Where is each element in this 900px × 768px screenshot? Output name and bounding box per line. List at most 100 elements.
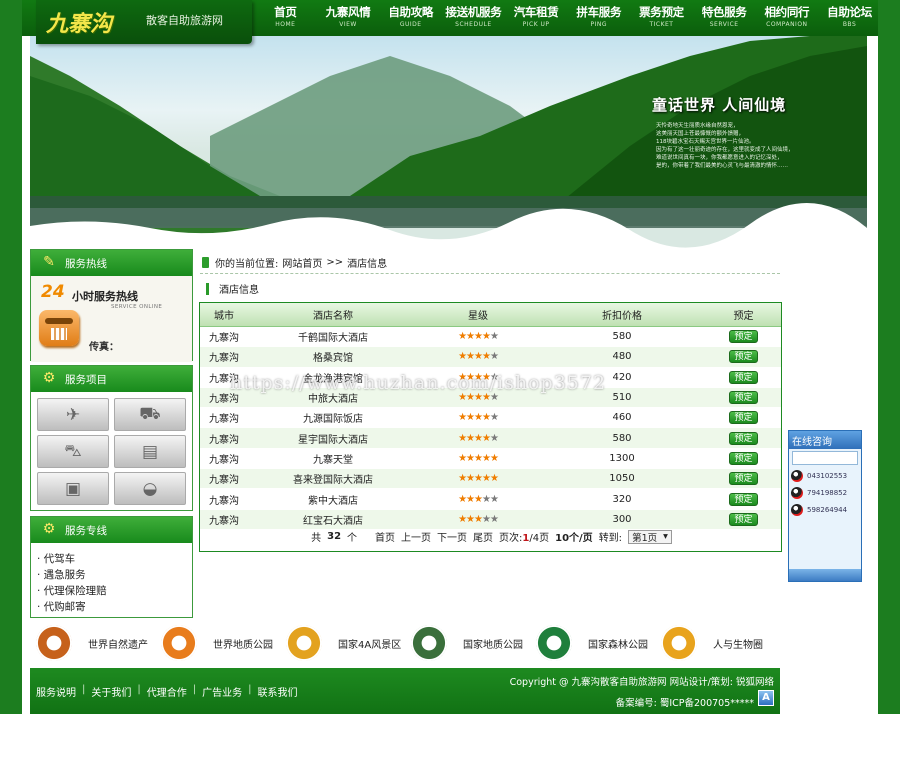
cert-logo-1[interactable]: 世界地质公园: [161, 625, 286, 661]
footer-link[interactable]: 联系我们: [258, 684, 298, 699]
car-service-icon[interactable]: ⛍: [37, 435, 109, 468]
star-empty-icon: ★: [489, 493, 499, 505]
star-filled-icon: ★: [474, 432, 483, 444]
luggage-service-icon[interactable]: ▣: [37, 472, 109, 505]
nav-item-8[interactable]: 相约同行 COMPANION: [756, 0, 819, 36]
qq-contact[interactable]: 598264944: [789, 501, 861, 518]
cell-hotel-name: 格桑宾馆: [313, 353, 353, 365]
service-line-item[interactable]: · 代驾车: [37, 551, 192, 567]
cell-price: 1050: [609, 473, 635, 485]
breadcrumb-home[interactable]: 网站首页: [282, 255, 322, 270]
cell-book: 预定: [706, 347, 781, 366]
total-count: 32: [327, 531, 342, 542]
nav-sublabel: TICKET: [649, 21, 674, 28]
star-filled-icon: ★: [474, 452, 483, 464]
cert-logo-3[interactable]: 国家地质公园: [411, 625, 536, 661]
nav-item-0[interactable]: 首页 HOME: [254, 0, 317, 36]
book-button[interactable]: 预定: [729, 391, 758, 405]
book-button[interactable]: 预定: [729, 350, 758, 364]
cell-stars: ★ ★ ★ ★ ★: [418, 368, 538, 387]
header: 九寨沟 散客自助旅游网 首页 HOME 九寨风情 VIEW 自助攻略 GUIDE 接送机服务…: [22, 0, 881, 44]
prev-page-link[interactable]: 上一页: [401, 529, 431, 544]
book-button[interactable]: 预定: [729, 431, 758, 445]
hotline-box: ✎ 服务热线 24 小时服务热线 SERVICE ONLINE 传真：: [30, 249, 193, 362]
cell-hotel-name: 喜来登国际大酒店: [293, 475, 373, 487]
service-line-item[interactable]: · 遇急服务: [37, 567, 192, 583]
cell-city: 九寨沟: [209, 475, 239, 487]
cell-hotel-name: 中旅大酒店: [308, 394, 358, 406]
book-button[interactable]: 预定: [729, 472, 758, 486]
first-page-link[interactable]: 首页: [375, 529, 395, 544]
service-line-item[interactable]: · 代购邮寄: [37, 599, 192, 615]
book-button[interactable]: 预定: [729, 512, 758, 526]
footer-link[interactable]: 关于我们: [91, 684, 131, 699]
last-page-link[interactable]: 尾页: [473, 529, 493, 544]
star-filled-icon: ★: [481, 412, 491, 424]
breadcrumb-prefix: 你的当前位置:: [215, 259, 279, 270]
cert-logo-5[interactable]: 人与生物圈: [661, 625, 786, 661]
book-button[interactable]: 预定: [729, 492, 758, 506]
star-filled-icon: ★: [489, 452, 499, 464]
breadcrumb-sep: >>: [326, 257, 344, 268]
star-filled-icon: ★: [458, 392, 467, 404]
cell-stars: ★ ★ ★ ★ ★: [418, 327, 538, 346]
cell-price: 580: [612, 331, 632, 343]
cell-price: 300: [612, 513, 632, 525]
hotel-table: 城市 酒店名称 星级 折扣价格 预定 九寨沟 千鹤国际大酒店 ★ ★ ★ ★ ★ 580 预定九…: [199, 302, 782, 552]
footer-link[interactable]: 服务说明: [36, 684, 76, 699]
nav-item-2[interactable]: 自助攻略 GUIDE: [379, 0, 442, 36]
projects-header: ⚙ 服务项目: [31, 366, 192, 392]
book-button[interactable]: 预定: [729, 370, 758, 384]
col-name: 酒店名称: [313, 311, 353, 322]
nav-item-7[interactable]: 特色服务 SERVICE: [693, 0, 756, 36]
qq-contact[interactable]: 794198852: [789, 484, 861, 501]
cell-book: 预定: [706, 368, 781, 387]
footer-link[interactable]: 代理合作: [147, 684, 187, 699]
cell-hotel-name: 红宝石大酒店: [303, 515, 363, 527]
next-page-link[interactable]: 下一页: [437, 529, 467, 544]
nav-item-1[interactable]: 九寨风情 VIEW: [317, 0, 380, 36]
footer-separator: |: [82, 684, 86, 695]
food-service-icon[interactable]: ◒: [114, 472, 186, 505]
star-filled-icon: ★: [466, 351, 475, 363]
nav-item-9[interactable]: 自助论坛 BBS: [818, 0, 881, 36]
page-label-text: 页次:: [499, 533, 523, 544]
cell-price: 420: [612, 371, 632, 383]
hotline-content: 24 小时服务热线 SERVICE ONLINE 传真：: [31, 276, 192, 362]
car-seat-service-icon[interactable]: ⛟: [114, 398, 186, 431]
star-empty-icon: ★: [489, 331, 499, 343]
star-empty-icon: ★: [481, 513, 491, 525]
col-city: 城市: [214, 311, 234, 322]
cert-logo-2[interactable]: 国家4A风景区: [286, 625, 411, 661]
nav-item-3[interactable]: 接送机服务 SCHEDULE: [442, 0, 505, 36]
cert-logo-0[interactable]: 世界自然遗产: [36, 625, 161, 661]
plane-service-icon[interactable]: ✈: [37, 398, 109, 431]
star-filled-icon: ★: [458, 412, 467, 424]
cell-stars: ★ ★ ★ ★ ★: [418, 347, 538, 366]
site-logo[interactable]: 九寨沟 散客自助旅游网: [36, 0, 252, 44]
page-select[interactable]: 第1页 ▾: [628, 529, 672, 544]
nav-item-6[interactable]: 票务预定 TICKET: [630, 0, 693, 36]
cell-city: 九寨沟: [209, 515, 239, 527]
nav-label: 接送机服务: [445, 5, 502, 19]
logo-sub: 散客自助旅游网: [146, 14, 223, 27]
book-button[interactable]: 预定: [729, 451, 758, 465]
left-border: [0, 0, 22, 714]
book-button[interactable]: 预定: [729, 411, 758, 425]
bus-service-icon[interactable]: ▤: [114, 435, 186, 468]
location-icon: [202, 257, 209, 268]
nav-item-4[interactable]: 汽车租赁 PICK UP: [505, 0, 568, 36]
online-title: 在线咨询: [789, 431, 861, 449]
table-row: 九寨沟 红宝石大酒店 ★ ★ ★ ★ ★ 300 预定: [200, 509, 781, 530]
star-filled-icon: ★: [458, 493, 467, 505]
book-button[interactable]: 预定: [729, 330, 758, 344]
qq-contact[interactable]: 043102553: [789, 467, 861, 484]
lines-title: 服务专线: [65, 524, 107, 537]
cert-logo-4[interactable]: 国家森林公园: [536, 625, 661, 661]
service-line-item[interactable]: · 代理保险理赔: [37, 583, 192, 599]
badge-icon[interactable]: A: [758, 690, 774, 706]
emblem-icon: [36, 625, 72, 661]
footer-link[interactable]: 广告业务: [202, 684, 242, 699]
pen-icon: ✎: [43, 254, 55, 270]
nav-item-5[interactable]: 拼车服务 PING: [567, 0, 630, 36]
